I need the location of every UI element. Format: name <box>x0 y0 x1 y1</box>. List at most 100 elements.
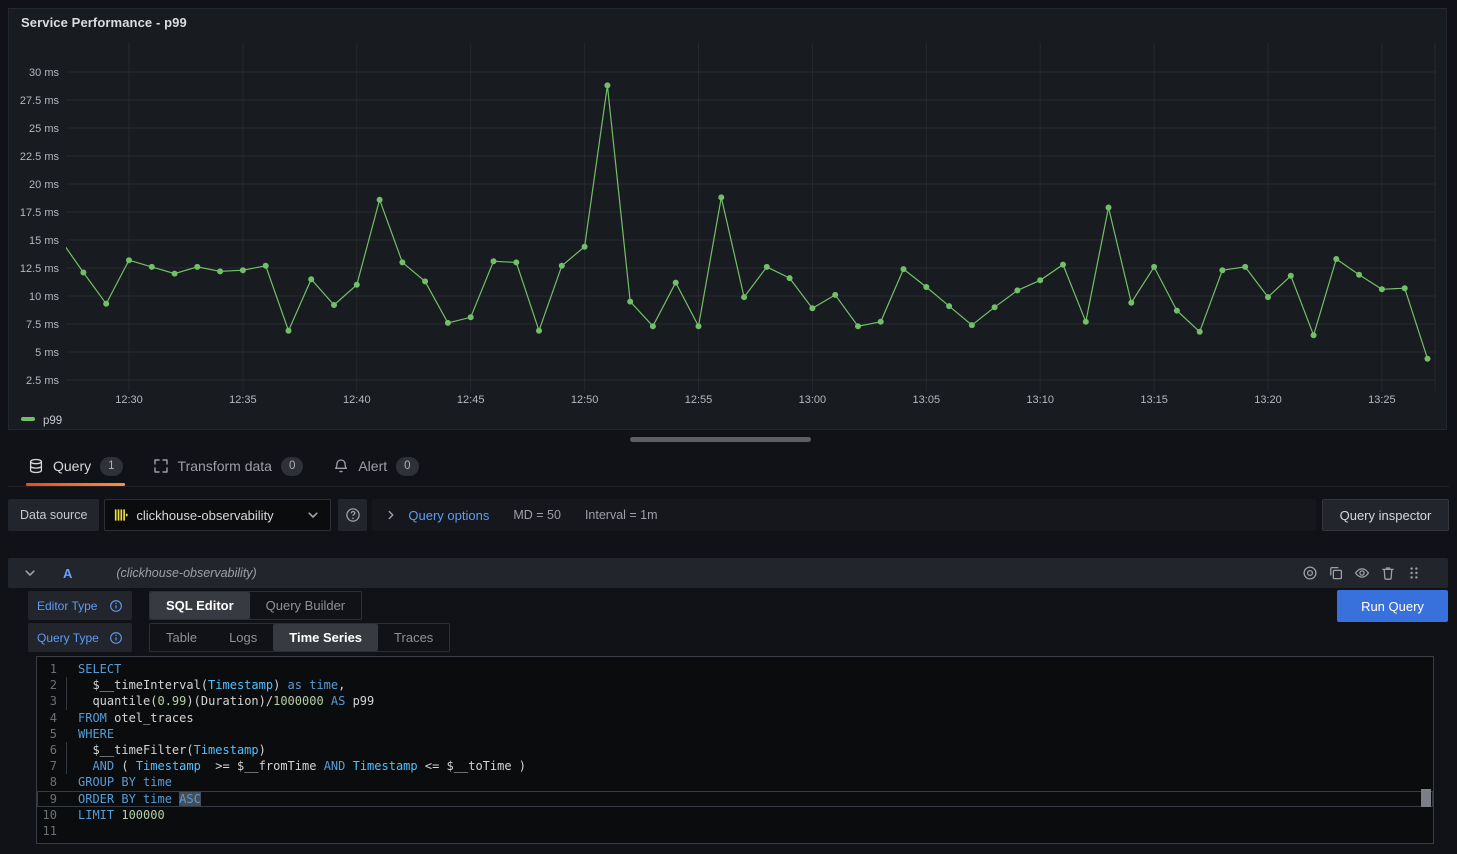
option-query-builder[interactable]: Query Builder <box>250 592 361 619</box>
editor-type-row: Editor Type SQL EditorQuery Builder <box>28 591 362 620</box>
editor-type-label: Editor Type <box>37 599 97 613</box>
eye-icon[interactable] <box>1354 565 1370 581</box>
svg-text:20 ms: 20 ms <box>29 179 59 191</box>
indent-guide <box>66 693 67 709</box>
svg-text:12.5 ms: 12.5 ms <box>20 263 60 275</box>
database-icon <box>28 458 44 474</box>
code-text: GROUP BY time <box>78 774 172 790</box>
svg-text:10 ms: 10 ms <box>29 291 59 303</box>
code-text: WHERE <box>78 726 114 742</box>
timeseries-chart[interactable]: 2.5 ms5 ms7.5 ms10 ms12.5 ms15 ms17.5 ms… <box>9 9 1446 429</box>
line-number: 11 <box>37 823 57 839</box>
query-row-actions <box>1302 565 1434 581</box>
svg-text:12:40: 12:40 <box>343 394 371 406</box>
run-query-button[interactable]: Run Query <box>1337 590 1448 622</box>
svg-text:13:20: 13:20 <box>1254 394 1282 406</box>
panel-editor-tabs: Query 1 Transform data 0 Alert 0 <box>8 446 1449 487</box>
query-type-chip: Query Type <box>28 623 132 652</box>
drag-handle-icon[interactable] <box>1406 565 1422 581</box>
svg-text:15 ms: 15 ms <box>29 235 59 247</box>
code-line-4: 4FROM otel_traces <box>37 710 1433 726</box>
tab-label: Alert <box>358 458 387 474</box>
transform-icon <box>153 458 169 474</box>
code-text: SELECT <box>78 661 121 677</box>
datasource-row: Data source clickhouse-observability Que… <box>8 499 1449 531</box>
query-options-link[interactable]: Query options <box>408 508 489 523</box>
tab-label: Transform data <box>178 458 272 474</box>
svg-text:25 ms: 25 ms <box>29 123 59 135</box>
code-text: LIMIT 100000 <box>78 807 165 823</box>
tab-count-badge: 0 <box>396 457 418 476</box>
horizontal-scrollbar[interactable] <box>630 437 811 442</box>
tab-transform-data[interactable]: Transform data 0 <box>153 446 304 486</box>
cursor-overview-marker <box>1421 789 1431 807</box>
info-circle-icon[interactable] <box>109 631 123 645</box>
tab-alert[interactable]: Alert 0 <box>333 446 418 486</box>
code-line-9: 9 ORDER BY time ASC <box>37 791 1433 807</box>
query-options-bar[interactable]: Query options MD = 50 Interval = 1m <box>372 499 1316 531</box>
datasource-help-button[interactable] <box>338 499 367 531</box>
trash-icon[interactable] <box>1380 565 1396 581</box>
svg-text:17.5 ms: 17.5 ms <box>20 207 60 219</box>
code-text: $__timeInterval(Timestamp) as time, <box>78 677 345 693</box>
svg-text:13:25: 13:25 <box>1368 394 1396 406</box>
editor-type-chip: Editor Type <box>28 591 132 620</box>
datasource-picker-value: clickhouse-observability <box>136 508 297 523</box>
grafana-page: { "panel": { "title": "Service Performan… <box>0 0 1457 854</box>
line-number: 7 <box>37 758 57 774</box>
collapse-chevron-icon[interactable] <box>22 565 38 581</box>
query-inspector-button[interactable]: Query inspector <box>1322 499 1449 531</box>
indent-guide <box>66 742 67 758</box>
code-text: ORDER BY time ASC <box>78 791 201 807</box>
tab-count-badge: 1 <box>100 457 122 476</box>
code-line-2: 2 $__timeInterval(Timestamp) as time, <box>37 677 1433 693</box>
svg-text:13:05: 13:05 <box>913 394 941 406</box>
svg-text:13:15: 13:15 <box>1140 394 1168 406</box>
code-text: quantile(0.99)(Duration)/1000000 AS p99 <box>78 693 374 709</box>
duplicate-icon[interactable] <box>1328 565 1344 581</box>
angle-right-icon <box>384 508 398 522</box>
question-circle-icon <box>345 507 361 523</box>
query-type-label: Query Type <box>37 631 99 645</box>
code-line-8: 8 GROUP BY time <box>37 774 1433 790</box>
panel-title[interactable]: Service Performance - p99 <box>21 15 187 30</box>
code-text: AND ( Timestamp >= $__fromTime AND Times… <box>78 758 526 774</box>
tab-query[interactable]: Query 1 <box>28 446 123 486</box>
timeseries-panel: Service Performance - p99 2.5 ms5 ms7.5 … <box>8 8 1447 430</box>
tab-label: Query <box>53 458 91 474</box>
option-traces[interactable]: Traces <box>378 624 449 651</box>
indent-guide <box>66 677 67 693</box>
line-number: 6 <box>37 742 57 758</box>
svg-text:5 ms: 5 ms <box>35 347 59 359</box>
query-options-md: MD = 50 <box>513 508 561 522</box>
sql-code-editor[interactable]: 1SELECT2 $__timeInterval(Timestamp) as t… <box>36 656 1434 844</box>
code-text: FROM otel_traces <box>78 710 194 726</box>
code-line-10: 10 LIMIT 100000 <box>37 807 1433 823</box>
indent-guide <box>66 758 67 774</box>
option-time-series[interactable]: Time Series <box>273 624 378 651</box>
code-line-5: 5 WHERE <box>37 726 1433 742</box>
line-number: 2 <box>37 677 57 693</box>
bell-icon <box>333 458 349 474</box>
line-number: 5 <box>37 726 57 742</box>
code-line-7: 7 AND ( Timestamp >= $__fromTime AND Tim… <box>37 758 1433 774</box>
code-text: $__timeFilter(Timestamp) <box>78 742 266 758</box>
info-circle-icon[interactable] <box>109 599 123 613</box>
svg-text:12:55: 12:55 <box>685 394 713 406</box>
code-line-6: 6 $__timeFilter(Timestamp) <box>37 742 1433 758</box>
disable-icon[interactable] <box>1302 565 1318 581</box>
line-number: 9 <box>37 791 57 807</box>
svg-text:22.5 ms: 22.5 ms <box>20 151 60 163</box>
query-row-header[interactable]: A (clickhouse-observability) <box>8 558 1448 588</box>
query-datasource-name: (clickhouse-observability) <box>116 566 256 580</box>
line-number: 8 <box>37 774 57 790</box>
line-number: 10 <box>37 807 57 823</box>
option-sql-editor[interactable]: SQL Editor <box>150 592 250 619</box>
datasource-picker[interactable]: clickhouse-observability <box>104 499 331 531</box>
svg-text:12:35: 12:35 <box>229 394 257 406</box>
option-table[interactable]: Table <box>150 624 213 651</box>
svg-text:13:10: 13:10 <box>1026 394 1054 406</box>
query-type-segmented: TableLogsTime SeriesTraces <box>149 623 450 652</box>
option-logs[interactable]: Logs <box>213 624 273 651</box>
svg-text:27.5 ms: 27.5 ms <box>20 95 60 107</box>
